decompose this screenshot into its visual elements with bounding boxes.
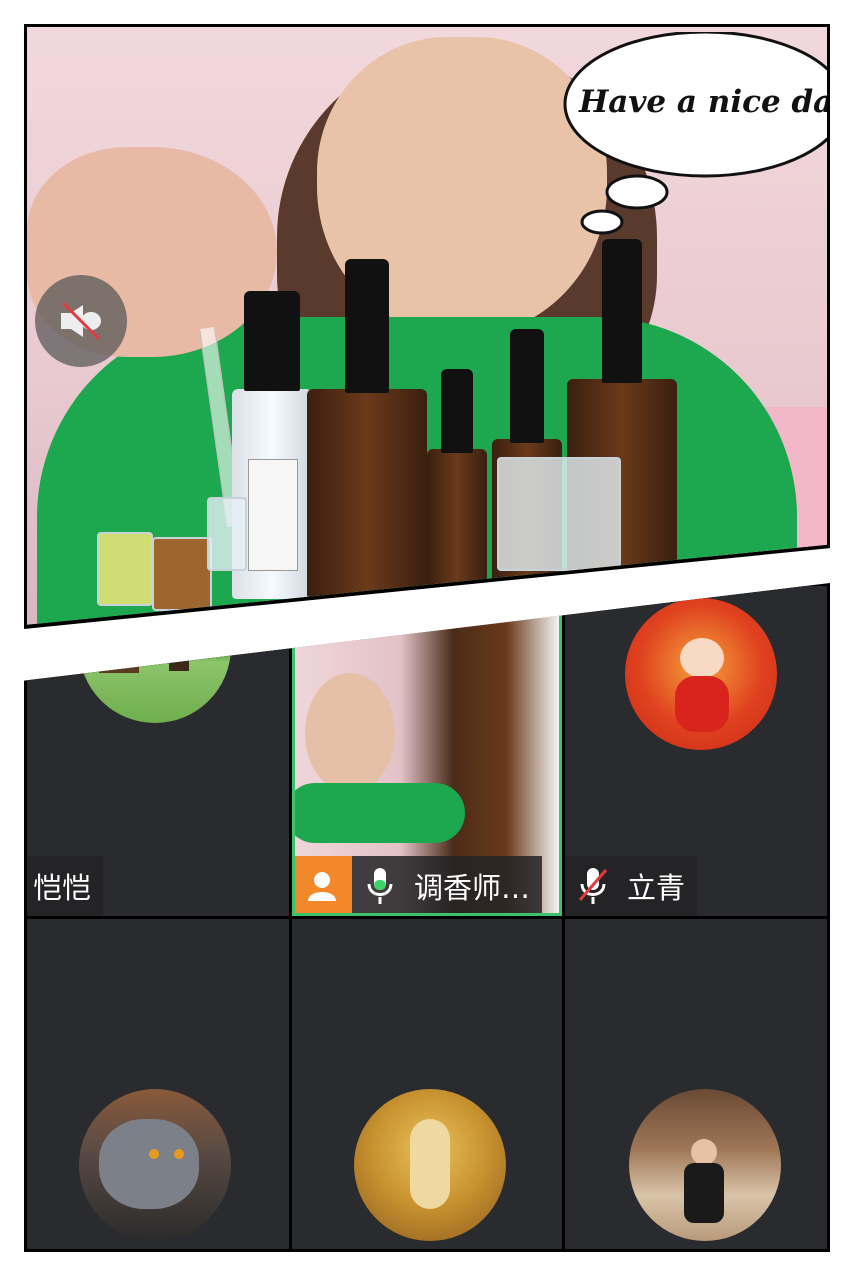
- speech-bubble-text: Have a nice day!: [579, 84, 827, 120]
- small-vial-3: [207, 497, 247, 571]
- amber-bottle-large: [307, 259, 427, 599]
- participant-name: 立青: [627, 871, 686, 905]
- speech-bubble: Have a nice day!: [557, 32, 827, 235]
- amber-bottle-small: [427, 369, 487, 599]
- small-vial-1: [97, 532, 153, 606]
- participant-avatar: [625, 598, 777, 750]
- participant-name-tag: 调香师…: [295, 856, 543, 913]
- mic-active-icon: [352, 856, 408, 913]
- host-person-icon: [295, 856, 352, 913]
- participant-grid: 恺恺 调香师… 立青: [24, 583, 830, 1252]
- participant-avatar: [629, 1089, 781, 1241]
- participant-tile-active[interactable]: 调香师…: [292, 610, 562, 916]
- speaker-muted-icon: [61, 301, 101, 341]
- participant-tile[interactable]: [292, 919, 562, 1249]
- mic-muted-icon: [565, 856, 621, 916]
- glass-beaker: [497, 457, 621, 571]
- participant-avatar: [79, 1089, 231, 1241]
- participant-tile[interactable]: [565, 919, 827, 1249]
- participant-name: 恺恺: [33, 871, 92, 905]
- participant-avatar: [354, 1089, 506, 1241]
- participant-tile[interactable]: 恺恺: [27, 586, 289, 916]
- participant-tile[interactable]: 立青: [565, 586, 827, 916]
- main-video-panel[interactable]: Have a nice day!: [24, 24, 830, 629]
- participant-name: 调香师…: [414, 871, 531, 905]
- audio-muted-button[interactable]: [35, 275, 127, 367]
- participant-tile[interactable]: [27, 919, 289, 1249]
- small-vial-2: [152, 537, 212, 611]
- main-video-feed: Have a nice day!: [27, 27, 827, 625]
- participant-name-tag: 立青: [565, 856, 698, 916]
- participant-name-tag: 恺恺: [27, 856, 104, 916]
